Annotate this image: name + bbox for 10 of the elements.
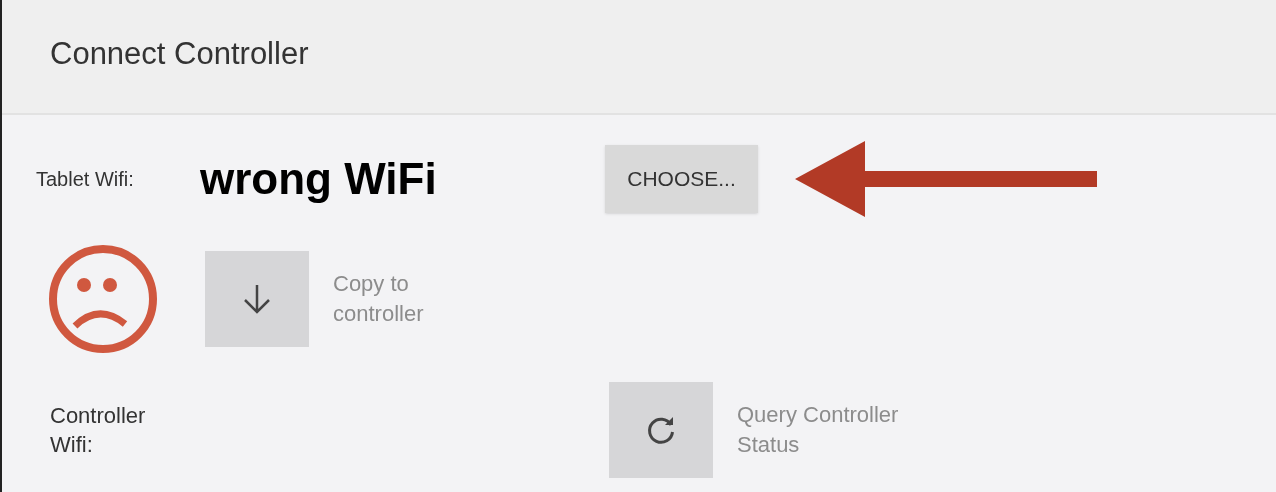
copy-button[interactable]	[205, 251, 309, 347]
choose-button[interactable]: CHOOSE...	[605, 145, 758, 213]
controller-wifi-label: Controller Wifi:	[50, 402, 147, 459]
query-label: Query Controller Status	[737, 401, 900, 459]
down-arrow-icon	[242, 283, 272, 315]
copy-label: Copy to controller	[333, 270, 425, 328]
annotation-text: wrong WiFi	[200, 153, 438, 205]
window-title: Connect Controller	[50, 35, 309, 74]
tablet-wifi-label: Tablet Wifi:	[36, 167, 135, 192]
refresh-button[interactable]	[609, 382, 713, 478]
